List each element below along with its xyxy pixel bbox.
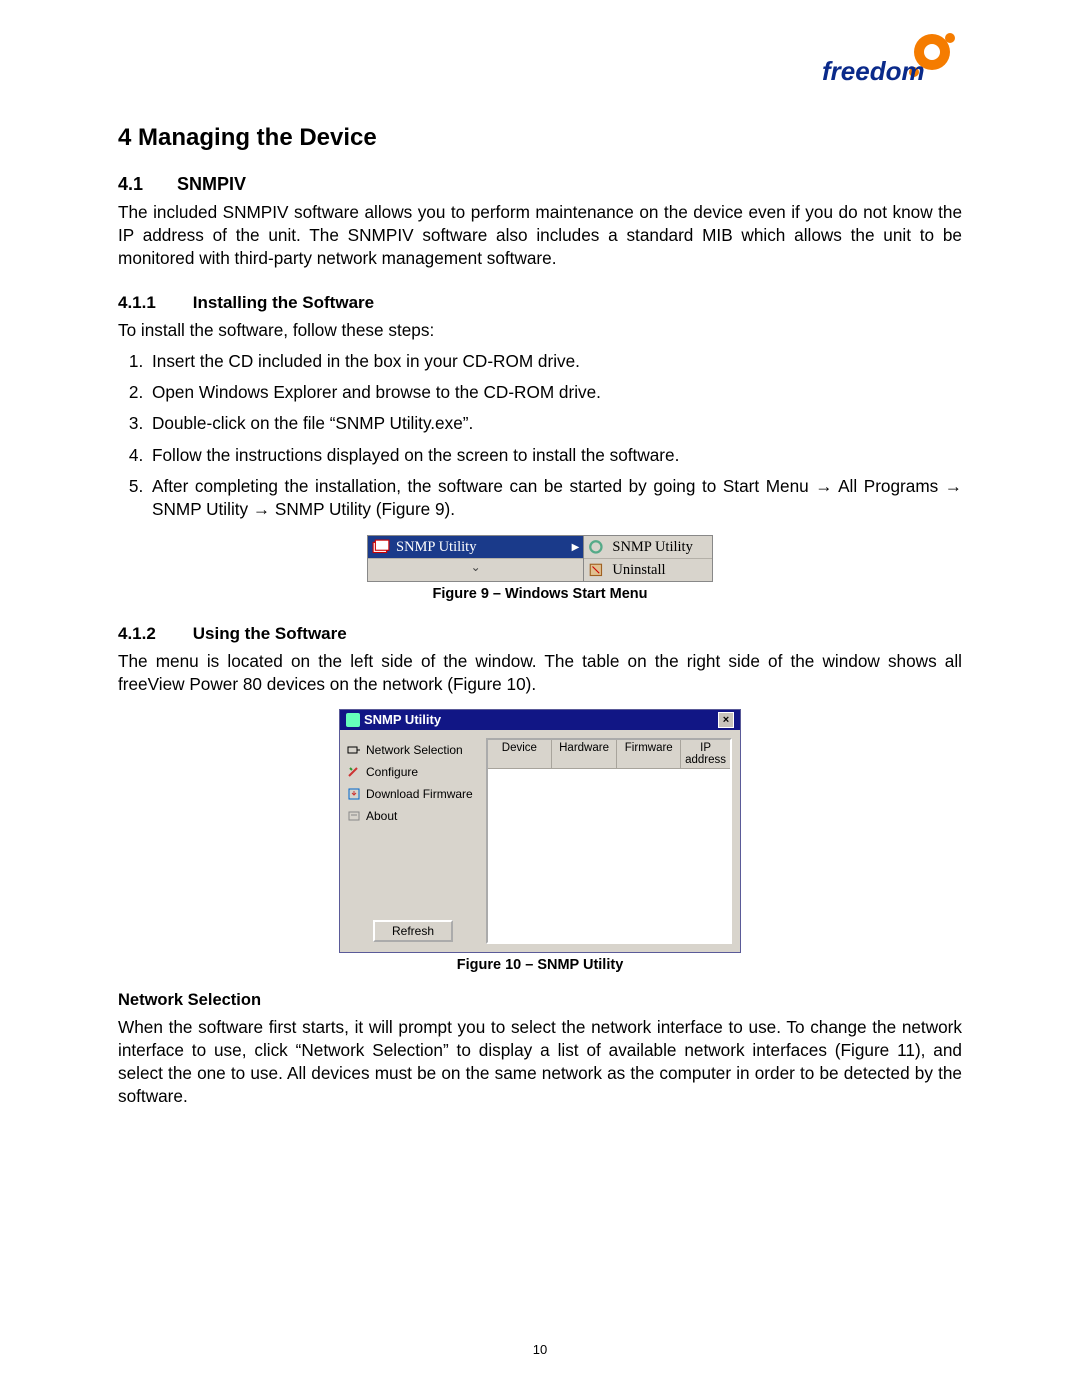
submenu-arrow-icon: ▶ <box>572 542 580 553</box>
window-client-area: Network Selection Configure Download Fir… <box>340 730 740 952</box>
start-menu-left-column: SNMP Utility ▶ ⌄ <box>367 535 584 582</box>
svg-text:freedom: freedom <box>822 56 925 86</box>
figure-9-start-menu: SNMP Utility ▶ ⌄ SNMP Utility Uninstall <box>367 535 713 582</box>
table-header[interactable]: Device <box>488 740 552 768</box>
sidebar-item-label: Configure <box>366 765 418 779</box>
start-menu-expand-row[interactable]: ⌄ <box>368 559 583 575</box>
download-icon <box>346 787 362 801</box>
uninstall-icon <box>588 562 606 578</box>
figure-9-caption: Figure 9 – Windows Start Menu <box>118 586 962 602</box>
sidebar-item-label: About <box>366 809 397 823</box>
install-steps-list: Insert the CD included in the box in you… <box>118 350 962 521</box>
subsection-title: SNMPIV <box>177 174 246 194</box>
start-menu-item[interactable]: Uninstall <box>584 559 712 581</box>
sidebar-item-label: Download Firmware <box>366 787 473 801</box>
subsubsection-4-1-1: 4.1.1 Installing the Software <box>118 293 962 313</box>
device-table[interactable]: Device Hardware Firmware IP address <box>486 738 732 944</box>
section-heading: 4 Managing the Device <box>118 124 962 152</box>
subsubsection-title: Using the Software <box>193 624 347 643</box>
table-header-row: Device Hardware Firmware IP address <box>488 740 730 769</box>
start-menu-right-column: SNMP Utility Uninstall <box>584 535 713 582</box>
table-header[interactable]: IP address <box>681 740 730 768</box>
list-item: After completing the installation, the s… <box>148 475 962 521</box>
configure-icon <box>346 765 362 779</box>
window-title: SNMP Utility <box>364 712 441 727</box>
paragraph: The included SNMPIV software allows you … <box>118 201 962 271</box>
chevron-down-icon: ⌄ <box>372 560 579 574</box>
figure-10-caption: Figure 10 – SNMP Utility <box>118 957 962 973</box>
inline-heading: Network Selection <box>118 991 962 1010</box>
window-titlebar[interactable]: SNMP Utility × <box>340 710 740 730</box>
paragraph: When the software first starts, it will … <box>118 1016 962 1109</box>
subsubsection-4-1-2: 4.1.2 Using the Software <box>118 624 962 644</box>
list-item: Insert the CD included in the box in you… <box>148 350 962 373</box>
refresh-button[interactable]: Refresh <box>373 920 453 942</box>
network-icon <box>346 743 362 757</box>
program-group-icon <box>372 539 390 555</box>
paragraph: The menu is located on the left side of … <box>118 650 962 696</box>
list-item: Open Windows Explorer and browse to the … <box>148 381 962 404</box>
start-menu-item-selected[interactable]: SNMP Utility ▶ <box>368 536 583 559</box>
table-header[interactable]: Firmware <box>617 740 681 768</box>
list-item: Follow the instructions displayed on the… <box>148 444 962 467</box>
paragraph: To install the software, follow these st… <box>118 319 962 342</box>
page-number: 10 <box>0 1342 1080 1357</box>
subsection-4-1: 4.1 SNMPIV <box>118 174 962 195</box>
figure-10-snmp-utility-window: SNMP Utility × Network Selection Configu… <box>339 709 741 953</box>
subsubsection-title: Installing the Software <box>193 293 374 312</box>
menu-item-label: SNMP Utility <box>396 539 568 556</box>
menu-item-label: Uninstall <box>612 562 665 579</box>
app-icon <box>346 713 360 727</box>
sidebar-item-about[interactable]: About <box>346 806 480 826</box>
page: freedom 4 Managing the Device 4.1 SNMPIV… <box>0 0 1080 1397</box>
menu-item-label: SNMP Utility <box>612 539 692 556</box>
table-header[interactable]: Hardware <box>552 740 618 768</box>
about-icon <box>346 809 362 823</box>
subsubsection-number: 4.1.1 <box>118 293 188 313</box>
subsection-number: 4.1 <box>118 174 172 195</box>
sidebar-item-network-selection[interactable]: Network Selection <box>346 740 480 760</box>
subsubsection-number: 4.1.2 <box>118 624 188 644</box>
sidebar-item-configure[interactable]: Configure <box>346 762 480 782</box>
freedom9-logo: freedom <box>822 28 962 100</box>
list-item: Double-click on the file “SNMP Utility.e… <box>148 412 962 435</box>
close-icon[interactable]: × <box>718 712 734 728</box>
sidebar: Network Selection Configure Download Fir… <box>340 730 486 952</box>
start-menu-item[interactable]: SNMP Utility <box>584 536 712 559</box>
sidebar-item-label: Network Selection <box>366 743 463 757</box>
sidebar-item-download-firmware[interactable]: Download Firmware <box>346 784 480 804</box>
app-icon <box>588 539 606 555</box>
